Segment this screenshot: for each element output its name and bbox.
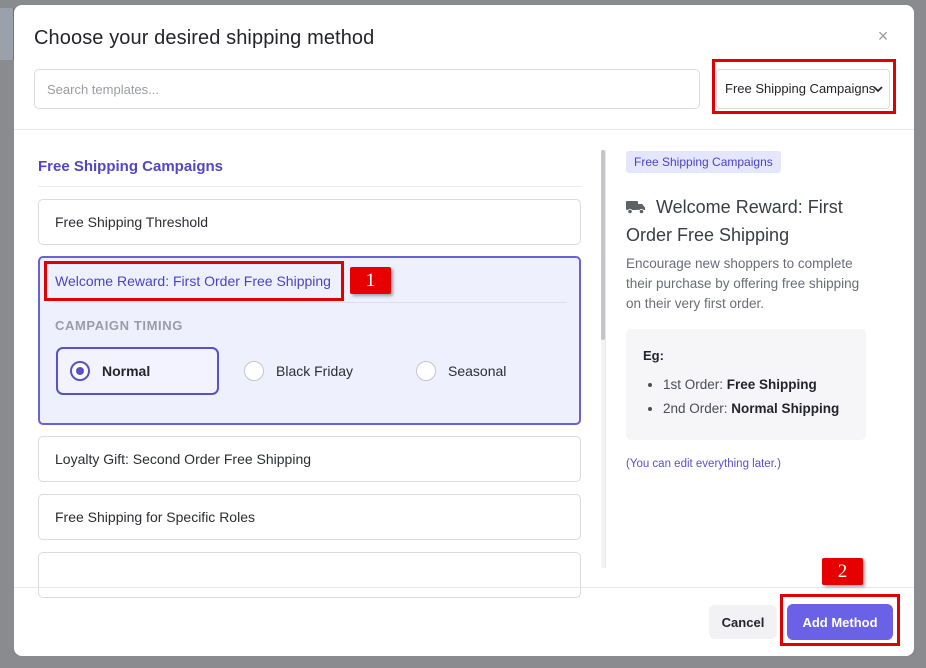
timing-option-label: Normal: [102, 363, 151, 379]
detail-description: Encourage new shoppers to complete their…: [626, 256, 860, 311]
edit-later-note: (You can edit everything later.): [626, 458, 781, 470]
footer-divider: [14, 587, 914, 588]
radio-checked-icon: [70, 361, 90, 381]
truck-icon: [626, 201, 645, 214]
panel-divider: [605, 150, 606, 568]
category-badge: Free Shipping Campaigns: [626, 151, 781, 173]
selected-item-divider: [55, 302, 567, 303]
example-box: Eg: 1st Order: Free Shipping 2nd Order: …: [626, 329, 866, 440]
annotation-marker-1: 1: [350, 267, 391, 294]
annotation-marker-2: 2: [822, 558, 863, 585]
campaign-timing-heading: CAMPAIGN TIMING: [55, 318, 183, 333]
header-divider: [14, 129, 914, 130]
section-divider: [38, 186, 581, 187]
timing-option-normal[interactable]: Normal: [56, 347, 219, 395]
example-line: 1st Order: Free Shipping: [643, 373, 850, 397]
modal-title: Choose your desired shipping method: [34, 27, 375, 49]
detail-title-row: Welcome Reward: First Order Free Shippin…: [626, 193, 876, 249]
template-item-loyalty-gift[interactable]: Loyalty Gift: Second Order Free Shipping: [38, 436, 581, 482]
example-label: Eg:: [643, 348, 664, 363]
background-page-fragment: [0, 8, 14, 60]
example-line: 2nd Order: Normal Shipping: [643, 397, 850, 421]
template-item-partial[interactable]: [38, 552, 581, 598]
template-item-free-shipping-threshold[interactable]: Free Shipping Threshold: [38, 199, 581, 245]
timing-option-label: Seasonal: [448, 363, 507, 379]
example-list: 1st Order: Free Shipping 2nd Order: Norm…: [643, 373, 850, 421]
close-icon[interactable]: ×: [875, 27, 891, 45]
radio-unchecked-icon: [244, 361, 264, 381]
annotation-box-selected-template: [44, 261, 344, 301]
timing-option-seasonal[interactable]: Seasonal: [404, 347, 564, 395]
detail-title: Welcome Reward: First Order Free Shippin…: [626, 197, 843, 245]
annotation-box-add-method: [780, 594, 900, 646]
timing-option-label: Black Friday: [276, 363, 354, 379]
search-input[interactable]: [34, 69, 700, 109]
radio-unchecked-icon: [416, 361, 436, 381]
annotation-box-category-select: [712, 59, 896, 114]
template-item-specific-roles[interactable]: Free Shipping for Specific Roles: [38, 494, 581, 540]
timing-option-black-friday[interactable]: Black Friday: [232, 347, 392, 395]
section-title: Free Shipping Campaigns: [38, 158, 224, 175]
cancel-button[interactable]: Cancel: [709, 605, 777, 639]
